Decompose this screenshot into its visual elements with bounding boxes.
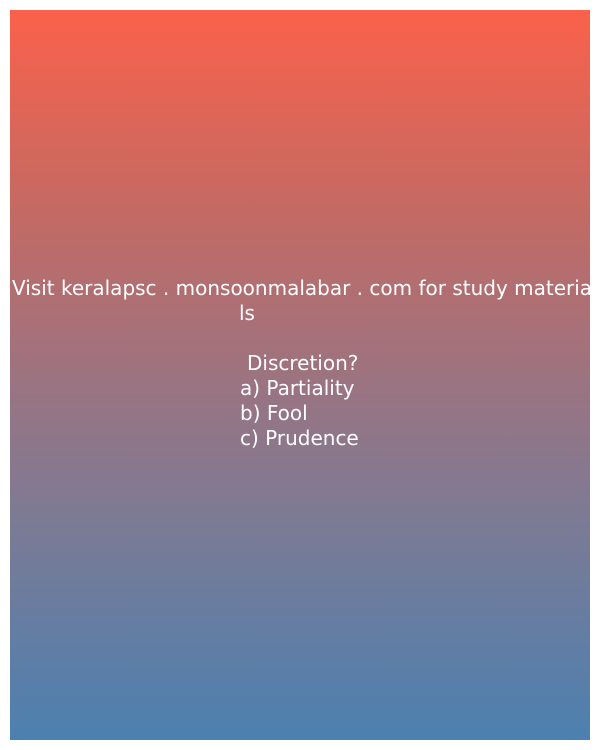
option-a: a) Partiality xyxy=(240,376,355,400)
option-b: b) Fool xyxy=(240,401,308,425)
answer-options: a) Partiality b) Fool c) Prudence xyxy=(240,376,359,451)
question-text: Discretion? xyxy=(247,351,359,375)
option-c: c) Prudence xyxy=(240,426,359,450)
quiz-card: Visit keralapsc . monsoonmalabar . com f… xyxy=(10,10,590,740)
source-text-continuation: ls xyxy=(239,301,255,325)
source-text: Visit keralapsc . monsoonmalabar . com f… xyxy=(12,276,590,300)
